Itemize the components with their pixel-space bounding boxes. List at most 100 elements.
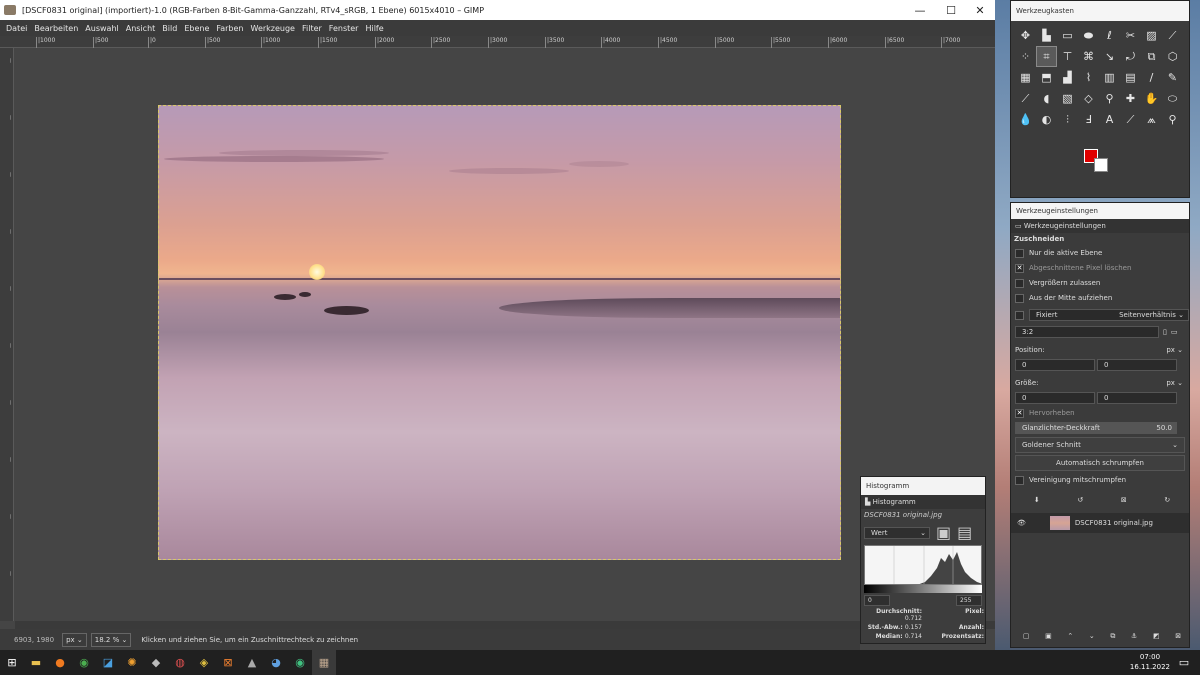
- lower-layer-icon[interactable]: ⌄: [1089, 632, 1095, 640]
- maximize-button[interactable]: ☐: [936, 0, 966, 20]
- highlight-opacity-slider[interactable]: Glanzlichter-Deckkraft 50.0: [1015, 422, 1177, 434]
- cage-transform-icon[interactable]: ▦: [1015, 67, 1036, 88]
- tool-options-tab[interactable]: ▭ Werkzeugeinstellungen: [1011, 219, 1189, 233]
- app-icon[interactable]: ◉: [288, 650, 312, 675]
- app-icon[interactable]: ◍: [168, 650, 192, 675]
- position-x-input[interactable]: 0: [1015, 359, 1095, 371]
- position-y-input[interactable]: 0: [1097, 359, 1177, 371]
- compass-icon[interactable]: ⩕: [1141, 109, 1162, 130]
- paths-icon[interactable]: ⌇: [1078, 67, 1099, 88]
- horizontal-ruler[interactable]: |1000 |500 |0 |500 |1000 |1500 |2000 |25…: [0, 36, 995, 48]
- auto-shrink-button[interactable]: Automatisch schrumpfen: [1015, 455, 1185, 471]
- allow-growing-option[interactable]: Vergrößern zulassen: [1011, 276, 1189, 290]
- gradient-icon[interactable]: ▟: [1057, 67, 1078, 88]
- zoom-align-icon[interactable]: ⫶: [1057, 109, 1078, 130]
- size-h-input[interactable]: 0: [1097, 392, 1177, 404]
- unified-transform-icon[interactable]: ⊤: [1057, 46, 1078, 67]
- handle-transform-icon[interactable]: ↘: [1099, 46, 1120, 67]
- taskbar-clock[interactable]: 07:00 16.11.2022: [1130, 652, 1170, 672]
- dodge-icon[interactable]: ⬭: [1162, 88, 1183, 109]
- anchor-layer-icon[interactable]: ⚓: [1131, 632, 1137, 640]
- background-color-swatch[interactable]: [1094, 158, 1108, 172]
- checkbox[interactable]: [1015, 248, 1024, 258]
- fixed-mode-select[interactable]: Fixiert Seitenverhältnis ⌄: [1029, 309, 1189, 321]
- landscape-icon[interactable]: ▭: [1171, 328, 1178, 336]
- menu-fenster[interactable]: Fenster: [329, 24, 359, 33]
- menu-bild[interactable]: Bild: [162, 24, 177, 33]
- size-unit-select[interactable]: px ⌄: [1166, 379, 1183, 387]
- rotate-icon[interactable]: ⤾: [1120, 46, 1141, 67]
- free-select-icon[interactable]: ℓ: [1099, 25, 1120, 46]
- color-picker-icon[interactable]: ⟋: [1120, 109, 1141, 130]
- crop-tool-icon[interactable]: ⌗: [1036, 46, 1057, 67]
- menu-ansicht[interactable]: Ansicht: [126, 24, 156, 33]
- delete-layer-icon[interactable]: ⊠: [1175, 632, 1181, 640]
- chrome-icon[interactable]: ◉: [72, 650, 96, 675]
- layer-row[interactable]: 👁 DSCF0831 original.jpg: [1011, 513, 1189, 533]
- position-unit-select[interactable]: px ⌄: [1166, 346, 1183, 354]
- ellipse-select-icon[interactable]: ⬬: [1078, 25, 1099, 46]
- clone-icon[interactable]: ⚲: [1099, 88, 1120, 109]
- measure-icon[interactable]: ◐: [1036, 109, 1057, 130]
- menu-filter[interactable]: Filter: [302, 24, 322, 33]
- histogram-dock-title[interactable]: Histogramm: [861, 477, 985, 495]
- checkbox-checked[interactable]: ✕: [1015, 263, 1024, 273]
- windows-start-icon[interactable]: ⊞: [0, 650, 24, 675]
- restore-preset-icon[interactable]: ↺: [1077, 496, 1083, 504]
- range-high-input[interactable]: 255: [956, 595, 982, 606]
- ink-icon[interactable]: ◖: [1036, 88, 1057, 109]
- app-icon[interactable]: ◈: [192, 650, 216, 675]
- align-tool-icon[interactable]: ▙: [1036, 25, 1057, 46]
- warp-transform-icon[interactable]: ⌘: [1078, 46, 1099, 67]
- smudge-icon[interactable]: ✋: [1141, 88, 1162, 109]
- foreground-select-icon[interactable]: ▨: [1141, 25, 1162, 46]
- zoom-tool-icon[interactable]: ⚲: [1162, 109, 1183, 130]
- menu-hilfe[interactable]: Hilfe: [365, 24, 383, 33]
- horizontal-scrollbar[interactable]: [15, 621, 995, 629]
- app-icon[interactable]: ✺: [120, 650, 144, 675]
- fixed-option[interactable]: Fixiert Seitenverhältnis ⌄: [1011, 308, 1189, 322]
- airbrush-icon[interactable]: ⟋: [1015, 88, 1036, 109]
- ratio-input[interactable]: 3:2: [1015, 326, 1159, 338]
- highlight-option[interactable]: ✕ Hervorheben: [1011, 406, 1189, 420]
- app-icon[interactable]: ◕: [264, 650, 288, 675]
- visibility-eye-icon[interactable]: 👁: [1017, 519, 1026, 527]
- close-button[interactable]: ✕: [965, 0, 995, 20]
- reset-icon[interactable]: ↻: [1164, 496, 1170, 504]
- delete-preset-icon[interactable]: ⊠: [1121, 496, 1127, 504]
- histogram-tab[interactable]: ▙ Histogramm: [861, 495, 985, 509]
- heal-icon[interactable]: ✚: [1120, 88, 1141, 109]
- checkbox[interactable]: [1015, 475, 1024, 485]
- menu-bearbeiten[interactable]: Bearbeiten: [34, 24, 78, 33]
- layer-group-icon[interactable]: ▣: [1045, 632, 1052, 640]
- delete-cropped-option[interactable]: ✕ Abgeschnittene Pixel löschen: [1011, 261, 1189, 275]
- blur-icon[interactable]: 💧: [1015, 109, 1036, 130]
- paintbrush-icon[interactable]: /: [1141, 67, 1162, 88]
- mask-icon[interactable]: ◩: [1153, 632, 1160, 640]
- minimize-button[interactable]: —: [905, 0, 935, 20]
- zoom-select[interactable]: 18.2 % ⌄: [90, 632, 132, 647]
- menu-datei[interactable]: Datei: [6, 24, 27, 33]
- expand-from-center-option[interactable]: Aus der Mitte aufziehen: [1011, 291, 1189, 305]
- eraser-icon[interactable]: ◇: [1078, 88, 1099, 109]
- raise-layer-icon[interactable]: ⌃: [1067, 632, 1073, 640]
- unit-select[interactable]: px ⌄: [62, 632, 87, 647]
- app-icon[interactable]: ◆: [144, 650, 168, 675]
- checkbox-checked[interactable]: ✕: [1015, 408, 1024, 418]
- log-histogram-icon[interactable]: ▤: [957, 523, 972, 542]
- explorer-icon[interactable]: ▬: [24, 650, 48, 675]
- firefox-icon[interactable]: ●: [48, 650, 72, 675]
- only-active-layer-option[interactable]: Nur die aktive Ebene: [1011, 246, 1189, 260]
- guides-select[interactable]: Goldener Schnitt ⌄: [1015, 437, 1185, 453]
- window-titlebar[interactable]: [DSCF0831 original] (importiert)-1.0 (RG…: [0, 0, 995, 20]
- bucket-fill-icon[interactable]: ⬒: [1036, 67, 1057, 88]
- toolbox-title[interactable]: Werkzeugkasten: [1011, 1, 1189, 21]
- move-tool-icon[interactable]: ✥: [1015, 25, 1036, 46]
- text-tool-icon[interactable]: A: [1099, 109, 1120, 130]
- menu-auswahl[interactable]: Auswahl: [85, 24, 118, 33]
- size-w-input[interactable]: 0: [1015, 392, 1095, 404]
- perspective-icon[interactable]: ⬡: [1162, 46, 1183, 67]
- scissors-icon[interactable]: ✂: [1120, 25, 1141, 46]
- fill-text-icon[interactable]: Ⅎ: [1078, 109, 1099, 130]
- notification-icon[interactable]: ▭: [1172, 650, 1196, 675]
